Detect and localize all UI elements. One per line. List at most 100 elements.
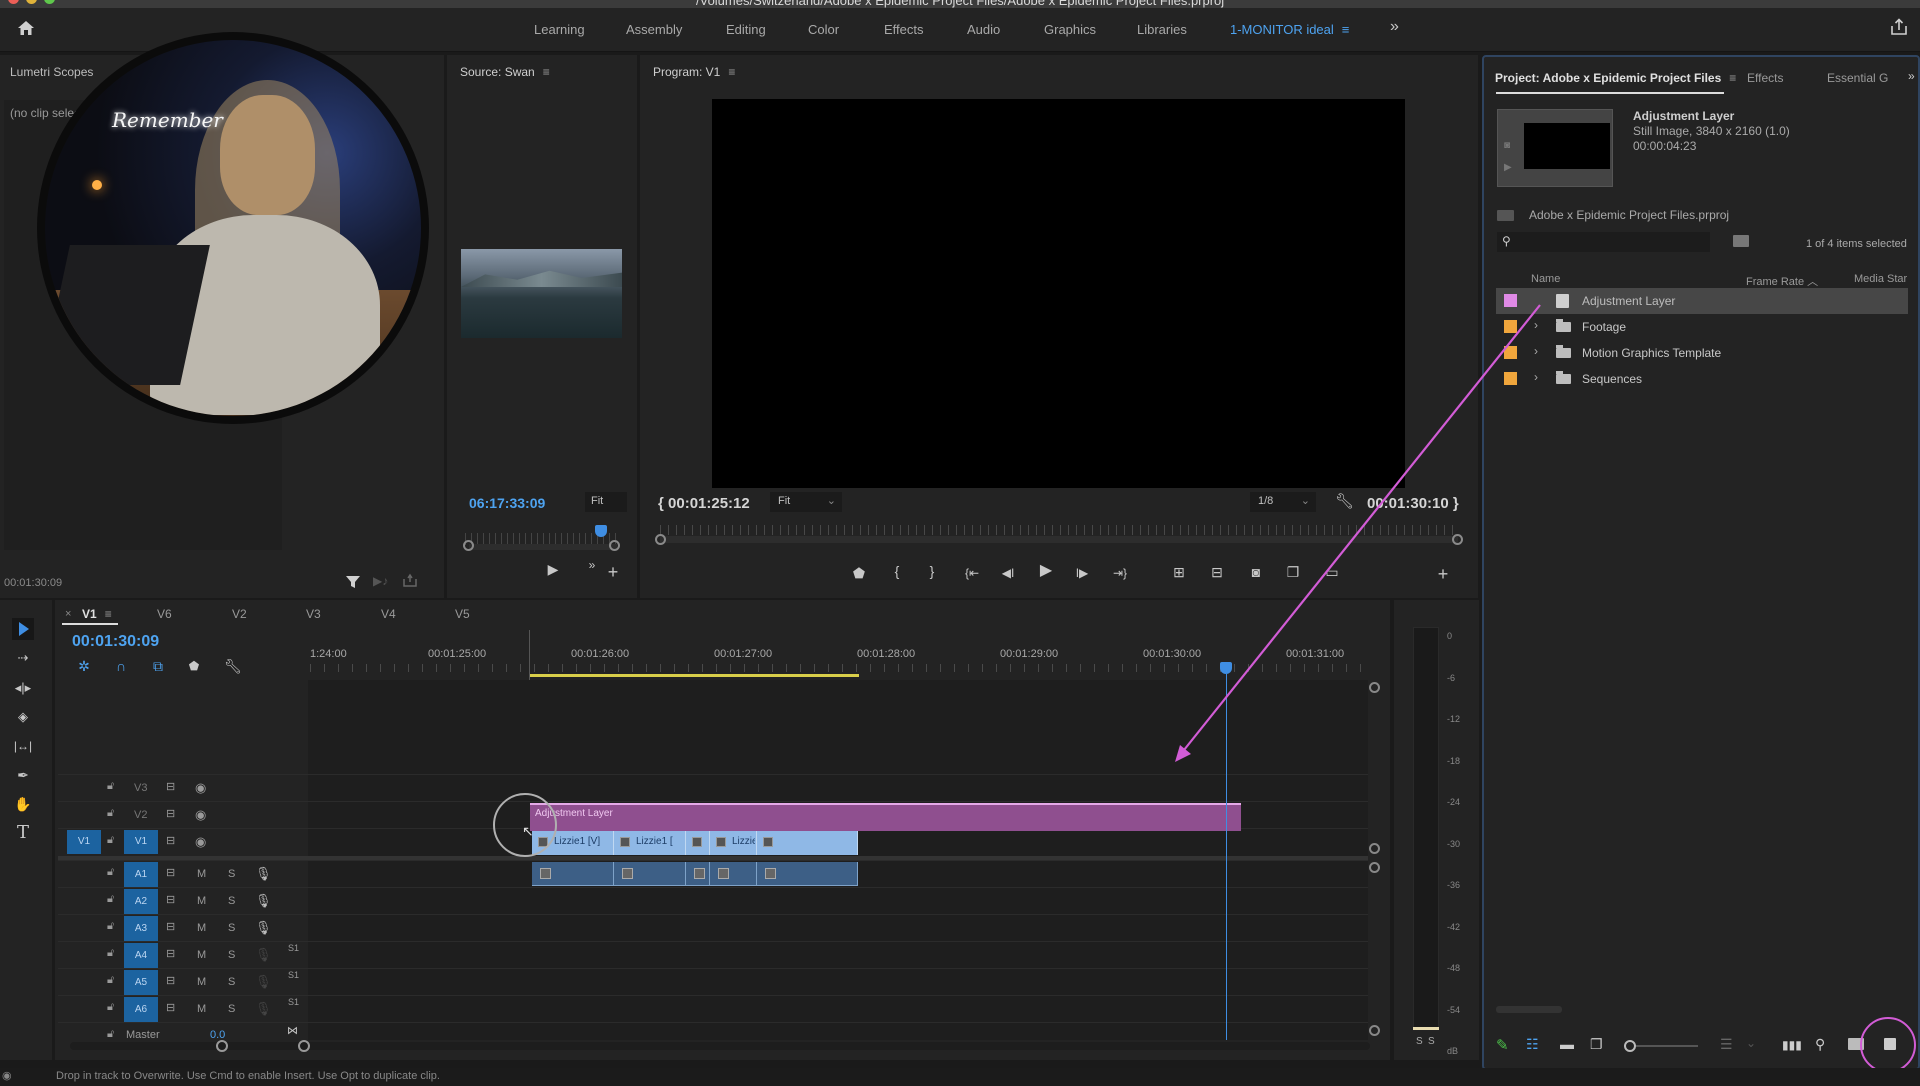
program-in-handle[interactable] [655,534,666,545]
tab-project[interactable]: Project: Adobe x Epidemic Project Files ≡ [1495,71,1736,85]
clip-adjustment-layer[interactable]: Adjustment Layer [530,803,1241,831]
solo-right-button[interactable]: S [1428,1036,1435,1047]
track-target-a2[interactable]: A2 [124,889,158,914]
lock-icon[interactable]: 🔓︎ [107,780,114,793]
video-scroll-handle-top[interactable] [1369,682,1380,693]
project-search-input[interactable]: ⚲ [1497,232,1710,252]
sync-lock-icon[interactable]: ⊟ [166,947,175,960]
timeline-settings-wrench-icon[interactable]: 🔧︎ [224,658,242,674]
filter-icon[interactable] [345,574,361,590]
scroll-handle-right[interactable] [298,1040,310,1052]
sync-lock-icon[interactable]: ⊟ [166,866,175,879]
timeline-horizontal-scrollbar[interactable] [70,1042,1370,1050]
scroll-handle-left[interactable] [216,1040,228,1052]
timeline-tab-v1[interactable]: V1 ≡ [82,607,112,621]
label-color-swatch[interactable] [1504,372,1517,385]
microphone-icon[interactable]: 🎙︎ [255,920,272,936]
panel-menu-icon[interactable]: ≡ [1729,71,1736,85]
go-to-out-icon[interactable]: ⇥} [1110,565,1130,581]
wrench-icon[interactable]: 🔧︎ [1335,494,1354,510]
linked-selection-icon[interactable]: ⧉ [150,658,166,674]
project-item-adjustment-layer[interactable]: Adjustment Layer [1496,288,1908,314]
video-clip[interactable]: Lizzie1 [ [614,831,686,855]
mute-button[interactable]: M [197,949,206,961]
minimize-window-button[interactable] [26,0,37,4]
source-out-handle[interactable] [609,540,620,551]
tab-essential-graphics[interactable]: Essential G [1827,71,1888,85]
add-marker-icon[interactable]: ⬟ [187,658,201,674]
panel-menu-icon[interactable]: ≡ [728,65,735,79]
eye-icon[interactable]: ◉ [195,780,206,796]
expand-chevron-icon[interactable]: › [1534,344,1538,358]
workspace-menu-icon[interactable]: ≡ [1342,22,1350,37]
column-media-start[interactable]: Media Star [1854,273,1907,285]
lock-icon[interactable]: 🔓︎ [107,947,114,960]
audio-clip[interactable] [757,862,858,886]
pen-tool-icon[interactable]: ✒ [12,767,34,783]
lock-icon[interactable]: 🔓︎ [107,1028,114,1041]
lock-icon[interactable]: 🔓︎ [107,866,114,879]
sort-chevron-icon[interactable]: ⌄ [1746,1036,1758,1052]
column-name[interactable]: Name [1531,273,1560,285]
video-scroll-handle-bottom[interactable] [1369,843,1380,854]
workspace-audio[interactable]: Audio [967,22,1000,37]
poster-frame-icon[interactable]: ◙ [1504,140,1510,151]
label-color-swatch[interactable] [1504,346,1517,359]
source-title[interactable]: Source: Swan ≡ [460,65,550,79]
panel-menu-icon[interactable]: ≡ [105,607,112,621]
timeline-tab-v2[interactable]: V2 [232,607,247,621]
go-to-next-edit-icon[interactable]: ⋈ [287,1024,298,1037]
source-playhead[interactable] [595,525,607,537]
more-workspaces-button[interactable]: » [1390,18,1399,36]
workspace-learning[interactable]: Learning [534,22,585,37]
microphone-icon[interactable]: 🎙︎ [255,893,272,909]
find-icon[interactable]: ⚲ [1815,1036,1831,1052]
audio-clip[interactable] [710,862,757,886]
solo-button[interactable]: S [228,949,235,961]
lock-icon[interactable]: 🔓︎ [107,893,114,906]
track-target-a3[interactable]: A3 [124,916,158,941]
camera-icon[interactable]: ◙ [1247,564,1265,580]
project-item-sequences[interactable]: › Sequences [1496,366,1908,392]
track-select-tool-icon[interactable]: ⇢ [12,650,34,666]
program-in-timecode[interactable]: { 00:01:25:12 [658,495,750,512]
play-icon[interactable]: ▶ [1038,563,1054,579]
eye-icon[interactable]: ◉ [195,807,206,823]
video-clip[interactable] [686,831,710,855]
lock-icon[interactable]: 🔓︎ [107,974,114,987]
microphone-icon[interactable]: 🎙︎ [255,947,272,963]
project-item-footage[interactable]: › Footage [1496,314,1908,340]
timeline-tab-v4[interactable]: V4 [381,607,396,621]
sort-icon[interactable]: ☰ [1720,1036,1736,1052]
program-out-timecode[interactable]: 00:01:30:10 } [1367,495,1459,512]
sync-lock-icon[interactable]: ⊟ [166,780,175,793]
microphone-icon[interactable]: 🎙︎ [255,866,272,882]
zoom-slider-handle[interactable] [1624,1040,1636,1052]
track-target-v1[interactable]: V1 [124,830,158,854]
add-button-icon[interactable]: + [1435,565,1451,583]
icon-view-icon[interactable]: ▬ [1560,1036,1576,1052]
safe-margins-icon[interactable]: ▭ [1323,564,1341,580]
source-in-handle[interactable] [463,540,474,551]
program-out-handle[interactable] [1452,534,1463,545]
workspace-editing[interactable]: Editing [726,22,766,37]
solo-left-button[interactable]: S [1416,1036,1423,1047]
track-label-v3[interactable]: V3 [134,782,147,794]
nest-sequence-icon[interactable]: ✲ [76,658,92,674]
lock-icon[interactable]: 🔓︎ [107,834,114,847]
timeline-ruler-ticks[interactable] [310,664,1370,672]
column-frame-rate[interactable]: Frame Rate ︿ [1746,273,1818,289]
razor-tool-icon[interactable]: ◈ [12,709,34,725]
solo-button[interactable]: S [228,976,235,988]
export-frame-icon[interactable]: ▶♪ [373,574,389,588]
audio-clip[interactable] [614,862,686,886]
close-window-button[interactable] [8,0,19,4]
mute-button[interactable]: M [197,895,206,907]
source-add-button-icon[interactable]: + [606,563,620,581]
timeline-tab-v3[interactable]: V3 [306,607,321,621]
track-label-v2[interactable]: V2 [134,809,147,821]
source-zoom-select[interactable]: Fit [585,492,627,512]
add-marker-icon[interactable]: ⬟ [851,565,867,581]
project-item-motion-graphics-template[interactable]: › Motion Graphics Template [1496,340,1908,366]
program-scrubber-track[interactable] [660,536,1458,543]
